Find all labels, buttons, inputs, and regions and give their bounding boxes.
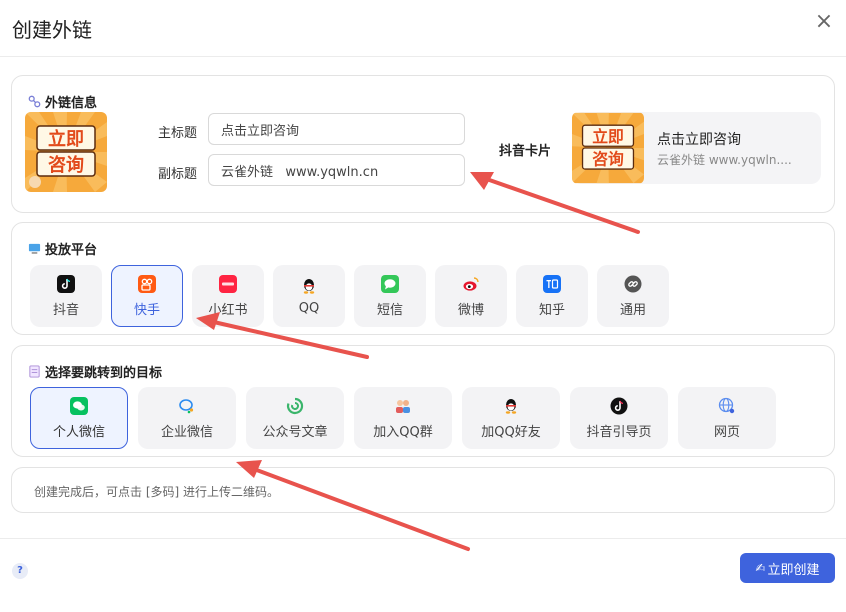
platform-label: 短信: [376, 302, 403, 318]
zhihu-icon: [543, 274, 561, 293]
preview-thumb-text-line1: 立即: [592, 127, 624, 146]
target-label: 加QQ好友: [481, 424, 541, 440]
target-tile-qq-friend[interactable]: 加QQ好友: [462, 387, 560, 449]
monitor-icon: [28, 243, 41, 254]
douyin-card-preview: 立即 咨询 点击立即咨询 云雀外链 www.yqwln....: [572, 112, 821, 184]
help-icon[interactable]: ?: [12, 563, 28, 579]
target-label: 网页: [713, 424, 740, 440]
target-tile-webpage[interactable]: 网页: [678, 387, 776, 449]
link-info-title: 外链信息: [45, 96, 98, 111]
platform-label: 抖音: [52, 302, 79, 318]
douyin-icon: [57, 274, 75, 293]
target-label: 个人微信: [52, 424, 105, 440]
create-now-label: 立即创建: [767, 562, 820, 578]
official-account-icon: [286, 397, 304, 414]
weibo-icon: [463, 276, 479, 291]
qq-group-icon: [396, 399, 410, 413]
create-now-button[interactable]: ✍ 立即创建: [740, 553, 835, 583]
douyin-icon: [610, 397, 628, 414]
thumb-text-line1: 立即: [48, 128, 84, 150]
platform-label: 快手: [133, 302, 160, 318]
target-tile-qq-group[interactable]: 加入QQ群: [354, 387, 452, 449]
douyin-card-label: 抖音卡片: [499, 144, 552, 159]
target-tile-wecom[interactable]: 企业微信: [138, 387, 236, 449]
footer-divider: [0, 538, 846, 539]
platform-tile-zhihu[interactable]: 知乎: [516, 265, 588, 327]
target-label: 公众号文章: [262, 424, 328, 440]
notice-box: 创建完成后，可点击 [多码] 进行上传二维码。: [11, 467, 835, 513]
platform-tile-xiaohongshu[interactable]: 小红书: [192, 265, 264, 327]
platform-label: QQ: [298, 300, 320, 316]
platform-tile-douyin[interactable]: 抖音: [30, 265, 102, 327]
platform-label: 微博: [457, 302, 484, 318]
header-divider: [0, 56, 846, 57]
wechat-icon: [70, 396, 88, 415]
platform-tile-kuaishou[interactable]: 快手: [111, 265, 183, 327]
pen-icon: ✍: [755, 561, 766, 575]
subtitle-input[interactable]: 云雀外链 www.yqwln.cn: [208, 154, 465, 186]
kuaishou-icon: [138, 274, 156, 293]
platform-tile-sms[interactable]: 短信: [354, 265, 426, 327]
subtitle-value: 云雀外链 www.yqwln.cn: [221, 164, 379, 180]
preview-thumbnail: 立即 咨询: [572, 112, 644, 184]
platform-heading: 投放平台: [28, 239, 97, 258]
target-section: 选择要跳转到的目标 个人微信 企业微信 公众号文章 加入QQ群 加QQ好友 抖音…: [11, 345, 835, 457]
qq-penguin-icon: [505, 398, 517, 414]
dialog-title: 创建外链: [12, 18, 92, 42]
subtitle-label: 副标题: [158, 167, 198, 182]
notebook-icon: [29, 365, 40, 378]
target-tile-official-account[interactable]: 公众号文章: [246, 387, 344, 449]
target-tile-douyin-guide[interactable]: 抖音引导页: [570, 387, 668, 449]
qq-penguin-icon: [303, 278, 315, 294]
preview-thumb-text-line2: 咨询: [592, 150, 624, 169]
notice-text: 创建完成后，可点击 [多码] 进行上传二维码。: [34, 485, 279, 499]
main-title-value: 点击立即咨询: [221, 123, 300, 139]
main-title-input[interactable]: 点击立即咨询: [208, 113, 465, 145]
sms-icon: [381, 274, 399, 293]
preview-subtitle: 云雀外链 www.yqwln....: [657, 153, 792, 167]
target-label: 加入QQ群: [373, 424, 433, 440]
thumb-text-line2: 咨询: [48, 154, 84, 176]
target-title: 选择要跳转到的目标: [45, 366, 163, 381]
link-info-section: 外链信息 立即 咨询 主标题 点击立即咨询 副标题 云雀外链 www.yqwln…: [11, 75, 835, 213]
platform-title: 投放平台: [45, 243, 98, 258]
main-title-label: 主标题: [158, 126, 198, 141]
close-icon[interactable]: ×: [814, 11, 834, 33]
link-info-heading: 外链信息: [28, 92, 97, 111]
platform-tile-weibo[interactable]: 微博: [435, 265, 507, 327]
wecom-icon: [179, 398, 194, 413]
preview-cover-image: 立即 咨询: [572, 112, 644, 184]
target-label: 企业微信: [160, 424, 213, 440]
platform-label: 知乎: [538, 302, 565, 318]
target-label: 抖音引导页: [586, 424, 652, 440]
link-chain-icon: [28, 95, 41, 108]
platform-label: 通用: [619, 302, 646, 318]
globe-icon: [718, 397, 735, 413]
target-heading: 选择要跳转到的目标: [28, 362, 162, 381]
platform-tile-general[interactable]: 通用: [597, 265, 669, 327]
xiaohongshu-icon: [219, 274, 237, 293]
cover-thumbnail[interactable]: 立即 咨询: [25, 112, 107, 192]
platform-label: 小红书: [208, 302, 248, 318]
platform-tile-qq[interactable]: QQ: [273, 265, 345, 327]
platform-section: 投放平台 抖音 快手 小红书 QQ 短信 微博 知乎 通用: [11, 222, 835, 335]
preview-title: 点击立即咨询: [657, 132, 741, 148]
target-tile-personal-wechat[interactable]: 个人微信: [30, 387, 128, 449]
link-icon: [624, 275, 642, 292]
cover-image: 立即 咨询: [25, 112, 107, 192]
